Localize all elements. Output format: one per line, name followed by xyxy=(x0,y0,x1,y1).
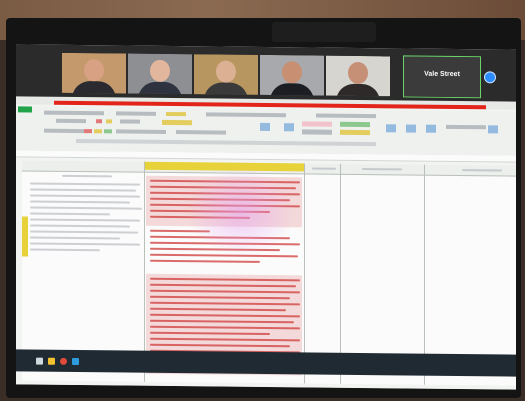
yellow-row-marker xyxy=(22,216,28,257)
file-tab[interactable] xyxy=(18,106,32,113)
screen-glare xyxy=(186,166,296,258)
spreadsheet-window xyxy=(16,104,516,390)
participant-tile[interactable] xyxy=(194,54,258,95)
excel-icon[interactable] xyxy=(72,357,79,366)
webcam xyxy=(272,22,376,42)
participant-tile[interactable] xyxy=(326,55,390,97)
column-a[interactable] xyxy=(22,160,145,382)
gallery-view-button[interactable] xyxy=(484,71,496,84)
participant-tile-active[interactable]: Vale Street xyxy=(403,55,481,99)
participant-tile[interactable] xyxy=(260,54,324,96)
highlight-color-button[interactable] xyxy=(162,119,192,126)
ribbon-toolbar xyxy=(16,106,516,157)
column-c[interactable] xyxy=(304,163,341,384)
delete-icon[interactable] xyxy=(406,124,416,133)
participant-tile[interactable] xyxy=(128,53,192,95)
cell-style-neutral[interactable] xyxy=(340,129,370,136)
column-d[interactable] xyxy=(340,163,425,385)
format-icon[interactable] xyxy=(426,124,436,133)
photo-of-monitor: Vale Street xyxy=(0,0,525,401)
participant-tile[interactable] xyxy=(62,52,126,94)
column-e[interactable] xyxy=(424,164,516,386)
file-explorer-icon[interactable] xyxy=(48,357,55,365)
chrome-icon[interactable] xyxy=(60,357,67,365)
start-icon[interactable] xyxy=(36,357,43,365)
screen: Vale Street xyxy=(16,44,516,390)
cell-style-good[interactable] xyxy=(340,121,370,128)
participant-name: Vale Street xyxy=(424,70,460,79)
video-call-strip: Vale Street xyxy=(16,44,516,102)
format-table-icon[interactable] xyxy=(284,123,294,132)
sort-filter-icon[interactable] xyxy=(488,125,498,134)
cell-style-bad[interactable] xyxy=(302,121,332,127)
conditional-format-icon[interactable] xyxy=(260,122,270,132)
insert-icon[interactable] xyxy=(386,124,396,133)
